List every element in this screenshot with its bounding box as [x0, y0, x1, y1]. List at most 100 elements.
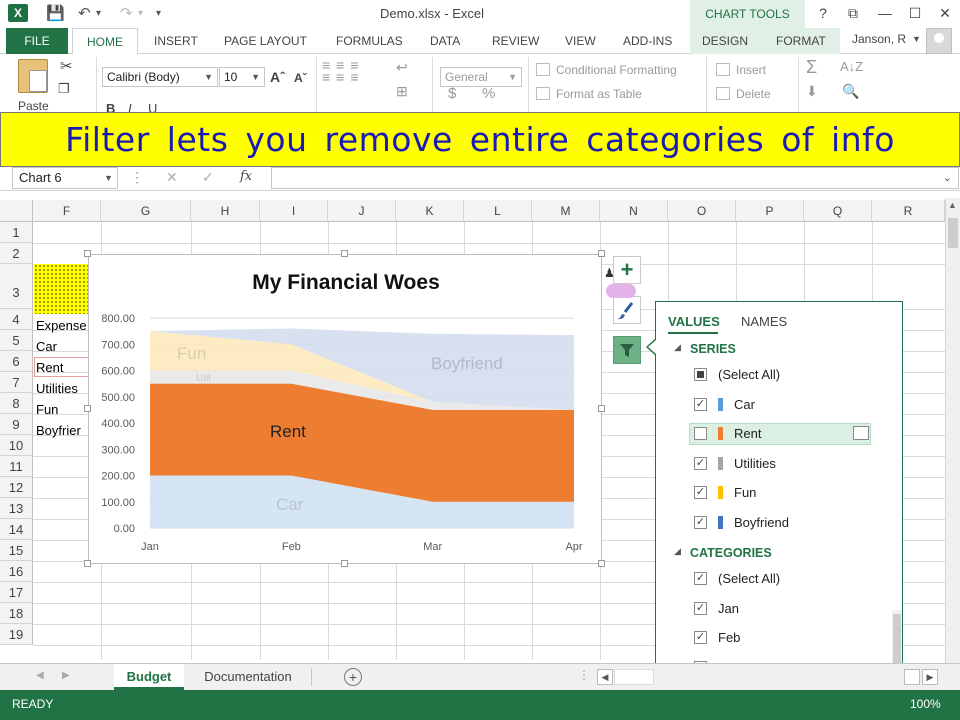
- row-header[interactable]: 10: [0, 435, 33, 456]
- horizontal-scrollbar[interactable]: [614, 669, 654, 685]
- scroll-left-icon[interactable]: ◀: [597, 669, 613, 685]
- name-box[interactable]: Chart 6 ▼: [12, 167, 118, 189]
- tab-values[interactable]: VALUES: [668, 314, 720, 329]
- autosum-icon[interactable]: Σ: [806, 57, 817, 78]
- series-label[interactable]: Rent: [734, 426, 761, 441]
- format-as-table-button[interactable]: Format as Table: [556, 87, 642, 101]
- row-header[interactable]: 11: [0, 456, 33, 477]
- category-checkbox[interactable]: ✓: [694, 631, 707, 645]
- row-header[interactable]: 3: [0, 264, 33, 309]
- customize-qat-icon[interactable]: ▾: [156, 8, 161, 19]
- cell-f4[interactable]: Expense: [36, 318, 87, 333]
- row-header[interactable]: 19: [0, 624, 33, 645]
- row-header[interactable]: 6: [0, 351, 33, 372]
- select-all-corner[interactable]: [0, 200, 33, 222]
- column-header[interactable]: O: [668, 200, 736, 222]
- tab-formulas[interactable]: FORMULAS: [336, 28, 403, 54]
- confirm-entry-icon[interactable]: ✓: [202, 169, 214, 186]
- edit-series-icon[interactable]: [853, 426, 869, 441]
- cell-f8[interactable]: Fun: [36, 402, 58, 417]
- column-header[interactable]: M: [532, 200, 600, 222]
- chart-filters-button[interactable]: [613, 336, 641, 364]
- row-header[interactable]: 1: [0, 222, 33, 243]
- formula-options-icon[interactable]: ⋮: [130, 169, 144, 186]
- alignment-icons[interactable]: ≡≡≡ ≡≡≡: [322, 58, 365, 84]
- prev-sheet-icon[interactable]: ◀: [36, 670, 44, 681]
- avatar[interactable]: [926, 28, 952, 54]
- cell-f5[interactable]: Car: [36, 339, 57, 354]
- series-collapse-icon[interactable]: ◢: [674, 342, 681, 353]
- cell-f7[interactable]: Utilities: [36, 381, 78, 396]
- series-checkbox[interactable]: [694, 368, 707, 381]
- chart-area[interactable]: My Financial Woes 0.00 100.00 200.00 300.00…: [88, 254, 602, 564]
- formula-input[interactable]: ⌄: [271, 167, 959, 189]
- series-checkbox[interactable]: ✓: [694, 486, 707, 500]
- column-header[interactable]: N: [600, 200, 668, 222]
- row-header[interactable]: 5: [0, 330, 33, 351]
- chart-resize-handle[interactable]: [341, 560, 348, 567]
- undo-dropdown-icon[interactable]: ▾: [96, 8, 101, 19]
- row-header[interactable]: 14: [0, 519, 33, 540]
- fill-icon[interactable]: ⬇: [806, 83, 818, 100]
- column-header[interactable]: Q: [804, 200, 872, 222]
- column-header[interactable]: P: [736, 200, 804, 222]
- chart-styles-button[interactable]: [613, 296, 641, 324]
- sheet-tab-budget[interactable]: Budget: [114, 664, 184, 690]
- cancel-entry-icon[interactable]: ✕: [166, 169, 178, 186]
- tab-home[interactable]: HOME: [72, 28, 138, 55]
- series-checkbox[interactable]: ✓: [694, 397, 707, 411]
- tab-insert[interactable]: INSERT: [154, 28, 198, 54]
- series-label[interactable]: (Select All): [718, 367, 780, 382]
- chart-resize-handle[interactable]: [341, 250, 348, 257]
- column-header[interactable]: G: [101, 200, 191, 222]
- row-header[interactable]: 12: [0, 477, 33, 498]
- tab-split-icon[interactable]: ⋮: [578, 668, 590, 682]
- row-header[interactable]: 7: [0, 372, 33, 393]
- tab-page-layout[interactable]: PAGE LAYOUT: [224, 28, 307, 54]
- tab-data[interactable]: DATA: [430, 28, 460, 54]
- increase-font-icon[interactable]: Aˆ: [270, 69, 285, 85]
- category-label[interactable]: (Select All): [718, 571, 780, 586]
- series-checkbox[interactable]: ✓: [694, 516, 707, 529]
- column-header[interactable]: R: [872, 200, 945, 222]
- category-checkbox[interactable]: ✓: [694, 572, 707, 585]
- column-header[interactable]: I: [260, 200, 328, 222]
- cell-f9[interactable]: Boyfrier: [36, 423, 81, 438]
- category-checkbox[interactable]: ✓: [694, 601, 707, 615]
- series-label[interactable]: Car: [734, 397, 755, 412]
- series-checkbox[interactable]: ✓: [694, 456, 707, 470]
- column-header[interactable]: J: [328, 200, 396, 222]
- delete-cells-button[interactable]: Delete: [736, 87, 771, 101]
- tab-format[interactable]: FORMAT: [776, 28, 826, 54]
- column-header[interactable]: L: [464, 200, 532, 222]
- decrease-font-icon[interactable]: Aˇ: [294, 71, 307, 85]
- insert-function-button[interactable]: fx: [240, 169, 252, 184]
- scroll-right-icon[interactable]: ▶: [922, 669, 938, 685]
- row-header[interactable]: 2: [0, 243, 33, 264]
- paste-icon[interactable]: [18, 59, 48, 93]
- categories-collapse-icon[interactable]: ◢: [674, 546, 681, 557]
- scrollbar-thumb[interactable]: [948, 218, 958, 248]
- row-header[interactable]: 16: [0, 561, 33, 582]
- help-icon[interactable]: ?: [812, 3, 834, 23]
- insert-cells-button[interactable]: Insert: [736, 63, 766, 77]
- series-label[interactable]: Fun: [734, 485, 756, 500]
- user-name[interactable]: Janson, R: [852, 32, 906, 46]
- minimize-icon[interactable]: —: [874, 3, 896, 23]
- find-select-icon[interactable]: 🔍: [842, 83, 859, 100]
- undo-icon[interactable]: ↶: [78, 4, 91, 22]
- chart-elements-button[interactable]: +: [613, 256, 641, 284]
- vertical-scrollbar[interactable]: ▲: [945, 198, 960, 663]
- sheet-tab-documentation[interactable]: Documentation: [186, 664, 310, 690]
- chart-resize-handle[interactable]: [598, 560, 605, 567]
- save-icon[interactable]: 💾: [46, 4, 65, 22]
- merge-center-icon[interactable]: ⊞: [396, 83, 408, 100]
- row-header[interactable]: 8: [0, 393, 33, 414]
- row-header[interactable]: 9: [0, 414, 33, 435]
- scroll-up-icon[interactable]: ▲: [948, 200, 957, 210]
- maximize-icon[interactable]: ☐: [904, 3, 926, 23]
- category-label[interactable]: Feb: [718, 630, 740, 645]
- close-icon[interactable]: ✕: [934, 3, 956, 23]
- series-checkbox[interactable]: [694, 427, 707, 441]
- chart-resize-handle[interactable]: [84, 250, 91, 257]
